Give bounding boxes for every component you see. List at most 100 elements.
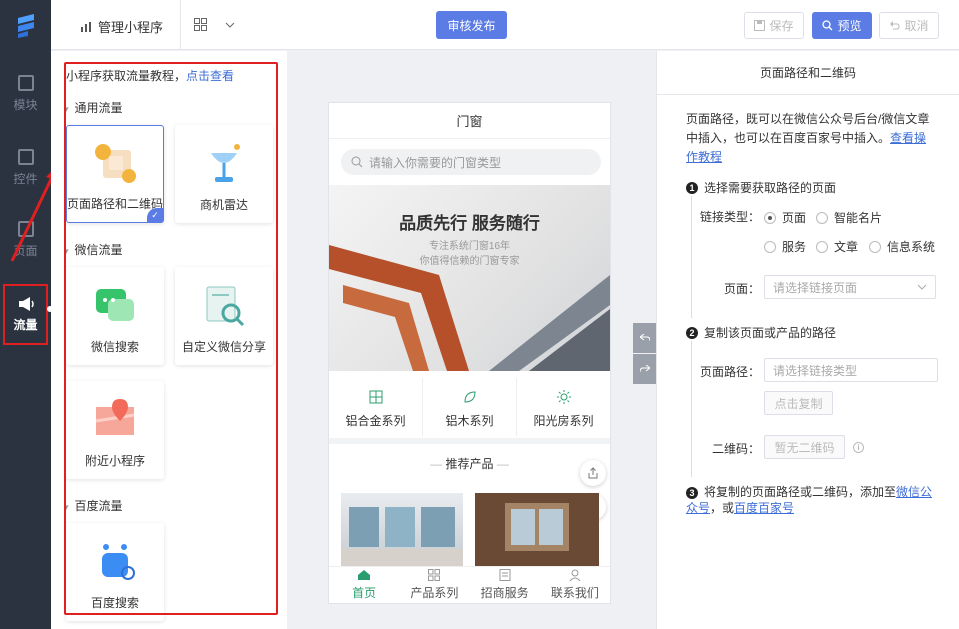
search-placeholder: 请输入你需要的门窗类型	[369, 155, 502, 170]
phone-search-input[interactable]: 请输入你需要的门窗类型	[341, 149, 601, 175]
tab-label: 产品系列	[410, 586, 459, 600]
tab-business[interactable]: 招商服务	[470, 567, 540, 603]
grid-icon	[428, 569, 441, 581]
save-button[interactable]: 保存	[744, 12, 804, 39]
step-number-1: 1	[686, 181, 698, 194]
category-row: 铝合金系列 铝木系列 阳光房系列	[329, 378, 610, 436]
tab-home[interactable]: 首页	[329, 567, 399, 603]
path-label: 页面路径：	[700, 365, 761, 379]
tab-label: 招商服务	[480, 586, 529, 600]
undo-label: 取消	[904, 19, 929, 33]
tab-label: 首页	[352, 586, 377, 600]
step-1-text: 选择需要获取路径的页面	[704, 181, 837, 195]
grid-icon	[194, 18, 207, 31]
radio-service[interactable]: 服务	[764, 238, 806, 255]
module-icon	[17, 75, 34, 91]
phone-tabbar: 首页 产品系列 招商服务 联系我们	[329, 566, 610, 603]
save-icon	[754, 20, 766, 31]
chevron-down-icon	[917, 284, 927, 290]
search-icon	[822, 20, 833, 31]
recommend-title: — 推荐产品 —	[430, 457, 509, 471]
window-icon	[369, 390, 382, 404]
home-icon	[358, 570, 371, 580]
redo-side-button[interactable]	[633, 354, 656, 384]
undo-side-button[interactable]	[633, 323, 656, 353]
divider	[329, 438, 610, 444]
room-window-image	[341, 507, 463, 566]
product-image-1[interactable]	[341, 493, 463, 566]
step-line	[691, 196, 692, 318]
preview-label: 预览	[837, 19, 862, 33]
step-number-3: 3	[686, 487, 698, 499]
rail-item-traffic[interactable]: 流量	[3, 284, 48, 345]
copy-button[interactable]: 点击复制	[764, 391, 833, 415]
recommend-title-text: 推荐产品	[445, 457, 494, 471]
radio-label: 页面	[782, 211, 807, 225]
undo-arrow-icon	[639, 334, 650, 342]
category-label: 铝合金系列	[345, 414, 406, 428]
radio-dot	[869, 240, 881, 253]
radio-dot	[764, 240, 776, 253]
intro-text: 页面路径，既可以在微信公众号后台/微信文章中插入，也可以在百度百家号中插入。查看…	[686, 110, 936, 167]
radio-label: 智能名片	[834, 211, 883, 225]
radio-label: 服务	[782, 240, 807, 254]
tab-contact[interactable]: 联系我们	[540, 567, 610, 603]
radio-page[interactable]: 页面	[764, 209, 806, 226]
share-button[interactable]	[580, 460, 606, 486]
path-placeholder: 请选择链接类型	[773, 363, 858, 378]
category-item[interactable]: 阳光房系列	[517, 378, 610, 436]
undo-button[interactable]: 取消	[879, 12, 939, 39]
manage-label: 管理小程序	[98, 20, 164, 35]
settings-header-text: 页面路径和二维码	[759, 66, 856, 80]
page-select[interactable]: 请选择链接页面	[764, 275, 936, 299]
step-3-mid: ，或	[710, 501, 735, 515]
radio-smart-card[interactable]: 智能名片	[816, 209, 882, 226]
category-item[interactable]: 铝合金系列	[329, 378, 423, 436]
radio-info-system[interactable]: 信息系统	[869, 238, 935, 255]
save-label: 保存	[769, 19, 794, 33]
leaf-icon	[463, 391, 476, 403]
category-label: 铝木系列	[445, 414, 494, 428]
highlight-box	[64, 62, 278, 615]
bar-chart-icon	[81, 21, 91, 32]
banner-subtitle-1: 专注系统门窗16年	[428, 241, 511, 252]
publish-label: 审核发布	[447, 18, 496, 33]
settings-header: 页面路径和二维码	[657, 51, 959, 95]
phone-banner[interactable]: 品质先行 服务随行 专注系统门窗16年 你值得信赖的门窗专家	[329, 185, 610, 371]
step-number-2: 2	[686, 326, 698, 339]
product-image-2[interactable]	[475, 493, 599, 566]
qr-button-label: 暂无二维码	[774, 440, 835, 455]
category-item[interactable]: 铝木系列	[423, 378, 517, 436]
radio-article[interactable]: 文章	[816, 238, 858, 255]
redo-arrow-icon	[639, 365, 650, 373]
tab-products[interactable]: 产品系列	[399, 567, 469, 603]
preview-button[interactable]: 预览	[812, 12, 872, 39]
radio-dot	[816, 240, 828, 253]
qr-button[interactable]: 暂无二维码	[764, 435, 845, 459]
radio-dot	[816, 211, 828, 224]
link-type-label: 链接类型：	[700, 210, 761, 224]
manage-miniprogram[interactable]: 管理小程序	[80, 17, 163, 36]
sun-icon	[556, 390, 571, 404]
app-logo[interactable]	[0, 0, 51, 50]
rail-item-label: 模块	[13, 98, 38, 112]
banner-subtitle-2: 你值得信赖的门窗专家	[419, 256, 520, 267]
publish-button[interactable]: 审核发布	[436, 11, 507, 39]
step-3: 3 将复制的页面路径或二维码，添加至微信公众号，或百度百家号	[686, 484, 938, 516]
step-2: 2 复制该页面或产品的路径	[686, 324, 836, 341]
page-select-placeholder: 请选择链接页面	[773, 280, 858, 295]
path-input[interactable]: 请选择链接类型	[764, 358, 938, 382]
chevron-down-icon	[225, 22, 235, 28]
rail-item-label: 流量	[13, 318, 38, 332]
info-icon[interactable]: i	[853, 442, 864, 453]
baidu-account-link[interactable]: 百度百家号	[734, 501, 794, 515]
step-3-text: 将复制的页面路径或二维码，添加至	[704, 485, 897, 499]
rail-item-module[interactable]: 模块	[0, 64, 51, 124]
widget-icon	[17, 149, 34, 165]
document-icon	[499, 569, 511, 581]
apps-dropdown[interactable]	[194, 18, 235, 31]
phone-title-text: 门窗	[456, 114, 483, 129]
copy-button-label: 点击复制	[774, 396, 823, 411]
banner-title: 品质先行 服务随行	[399, 214, 540, 233]
step-1: 1 选择需要获取路径的页面	[686, 179, 836, 196]
